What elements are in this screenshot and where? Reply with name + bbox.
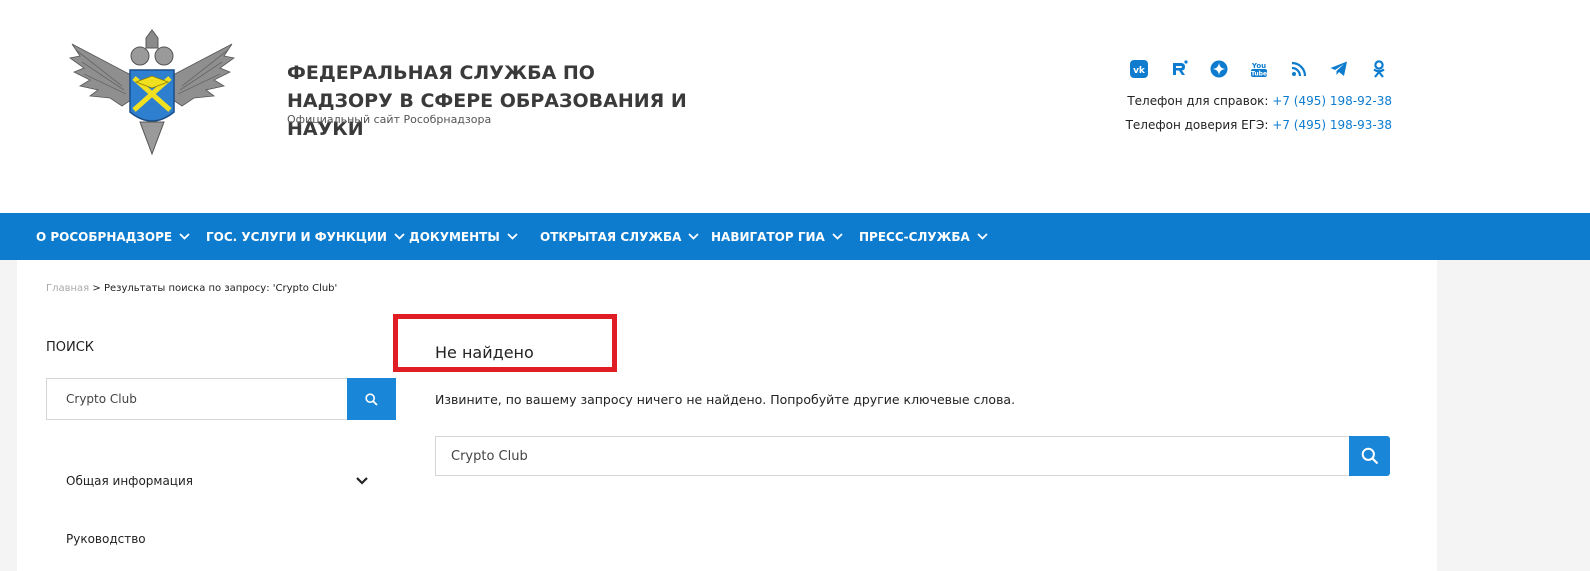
main-search bbox=[435, 436, 1390, 476]
svg-text:Tube: Tube bbox=[1250, 71, 1266, 78]
chevron-down-icon bbox=[832, 233, 843, 240]
phone-info: Телефон для справок: +7 (495) 198-92-38 bbox=[1127, 94, 1392, 108]
phone-info-link[interactable]: +7 (495) 198-92-38 bbox=[1272, 94, 1392, 108]
dzen-icon[interactable] bbox=[1208, 59, 1229, 80]
breadcrumb-separator: > bbox=[89, 283, 104, 294]
chevron-down-icon bbox=[688, 233, 700, 240]
chevron-down-icon[interactable] bbox=[355, 476, 369, 486]
chevron-down-icon bbox=[394, 233, 405, 240]
nav-item-label: ПРЕСС-СЛУЖБА bbox=[859, 229, 970, 244]
sidebar-search bbox=[46, 378, 396, 420]
nav-item-about[interactable]: О РОСОБРНАДЗОРЕ bbox=[36, 213, 190, 260]
site-title[interactable]: Федеральная служба по надзору в сфере об… bbox=[287, 59, 707, 143]
main-search-button[interactable] bbox=[1349, 436, 1390, 476]
sidebar-search-field bbox=[46, 378, 349, 420]
site-header: Федеральная служба по надзору в сфере об… bbox=[0, 0, 1590, 214]
not-found-title: Не найдено bbox=[435, 343, 534, 362]
nav-item-documents[interactable]: ДОКУМЕНТЫ bbox=[409, 213, 518, 260]
nav-item-label: НАВИГАТОР ГИА bbox=[711, 229, 825, 244]
emblem-logo[interactable] bbox=[62, 26, 242, 160]
svg-text:vk: vk bbox=[1133, 66, 1146, 76]
search-icon bbox=[1361, 447, 1378, 465]
nav-item-label: ГОС. УСЛУГИ И ФУНКЦИИ bbox=[206, 229, 387, 244]
phone-ege-label: Телефон доверия ЕГЭ: bbox=[1125, 118, 1273, 132]
nav-item-services[interactable]: ГОС. УСЛУГИ И ФУНКЦИИ bbox=[206, 213, 405, 260]
youtube-icon[interactable]: You Tube bbox=[1248, 59, 1269, 80]
sidebar-search-button[interactable] bbox=[347, 378, 396, 420]
not-found-message: Извините, по вашему запросу ничего не на… bbox=[435, 392, 1016, 407]
content-area: Главная > Результаты поиска по запросу: … bbox=[17, 260, 1437, 571]
breadcrumb-current: Результаты поиска по запросу: 'Crypto Cl… bbox=[103, 283, 338, 294]
breadcrumb: Главная > Результаты поиска по запросу: … bbox=[46, 283, 337, 294]
sidebar-search-input[interactable] bbox=[47, 379, 348, 419]
chevron-down-icon bbox=[179, 233, 190, 240]
vk-icon[interactable]: vk bbox=[1128, 59, 1149, 80]
nav-item-open-service[interactable]: ОТКРЫТАЯ СЛУЖБА bbox=[540, 213, 700, 260]
sidebar-item-general-info[interactable]: Общая информация bbox=[66, 474, 193, 488]
sidebar-item-leadership[interactable]: Руководство bbox=[66, 532, 146, 546]
site-subtitle: Официальный сайт Рособрнадзора bbox=[287, 113, 492, 126]
social-links: vk You Tube bbox=[1128, 58, 1389, 80]
rutube-icon[interactable] bbox=[1168, 59, 1189, 80]
chevron-down-icon bbox=[977, 233, 988, 240]
nav-item-gia-navigator[interactable]: НАВИГАТОР ГИА bbox=[711, 213, 843, 260]
search-icon bbox=[365, 392, 378, 406]
phone-ege: Телефон доверия ЕГЭ: +7 (495) 198-93-38 bbox=[1126, 118, 1392, 132]
nav-item-label: О РОСОБРНАДЗОРЕ bbox=[36, 229, 173, 244]
main-search-field bbox=[435, 436, 1350, 476]
odnoklassniki-icon[interactable] bbox=[1368, 59, 1389, 80]
main-nav: О РОСОБРНАДЗОРЕ ГОС. УСЛУГИ И ФУНКЦИИ ДО… bbox=[0, 213, 1590, 260]
sidebar-search-heading: ПОИСК bbox=[46, 340, 95, 355]
nav-item-label: ДОКУМЕНТЫ bbox=[409, 229, 500, 244]
svg-text:You: You bbox=[1250, 62, 1265, 70]
phone-ege-link[interactable]: +7 (495) 198-93-38 bbox=[1272, 118, 1392, 132]
telegram-icon[interactable] bbox=[1328, 59, 1349, 80]
main-search-input[interactable] bbox=[436, 437, 1349, 475]
nav-item-label: ОТКРЫТАЯ СЛУЖБА bbox=[540, 229, 682, 244]
rss-icon[interactable] bbox=[1288, 59, 1309, 80]
chevron-down-icon bbox=[507, 233, 518, 240]
nav-item-press[interactable]: ПРЕСС-СЛУЖБА bbox=[859, 213, 988, 260]
breadcrumb-home-link[interactable]: Главная bbox=[46, 283, 89, 294]
phone-info-label: Телефон для справок: bbox=[1127, 94, 1273, 108]
